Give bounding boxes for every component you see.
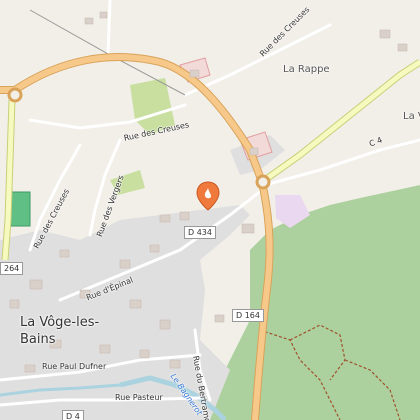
- building: [84, 17, 94, 25]
- building: [24, 364, 36, 373]
- building: [129, 299, 142, 309]
- building: [189, 69, 200, 78]
- street-label: Rue Paul Dufner: [42, 362, 107, 371]
- building: [59, 249, 70, 258]
- building: [241, 223, 255, 234]
- road: [106, 0, 112, 57]
- road-shield-d434: D 434: [184, 226, 216, 239]
- building: [99, 344, 111, 354]
- street-label: Rue Pasteur: [115, 393, 163, 402]
- roundabout: [255, 174, 271, 190]
- building: [169, 359, 181, 369]
- building: [9, 299, 20, 309]
- building: [159, 214, 171, 223]
- building: [149, 244, 160, 253]
- place-label-partial: La V: [403, 111, 420, 122]
- building: [99, 11, 108, 19]
- building: [379, 29, 391, 39]
- building: [249, 147, 259, 156]
- building: [139, 349, 150, 359]
- road-shield-d4: D 4: [62, 410, 84, 420]
- roundabout: [7, 87, 23, 103]
- building: [179, 211, 190, 221]
- building: [29, 279, 43, 290]
- town-label: La Vôge-les- Bains: [20, 315, 100, 347]
- road-shield-d164: D 164: [232, 309, 264, 322]
- place-label-la-rappe: La Rappe: [283, 64, 330, 75]
- map-canvas: [0, 0, 420, 420]
- location-pin-icon: [196, 181, 220, 211]
- building: [397, 43, 408, 52]
- building: [159, 319, 171, 330]
- map-view[interactable]: La Rappe La V La Vôge-les- Bains Rue des…: [0, 0, 420, 420]
- building: [119, 259, 131, 269]
- road: [183, 23, 332, 97]
- building: [214, 314, 225, 323]
- road-shield-264: 264: [0, 262, 24, 275]
